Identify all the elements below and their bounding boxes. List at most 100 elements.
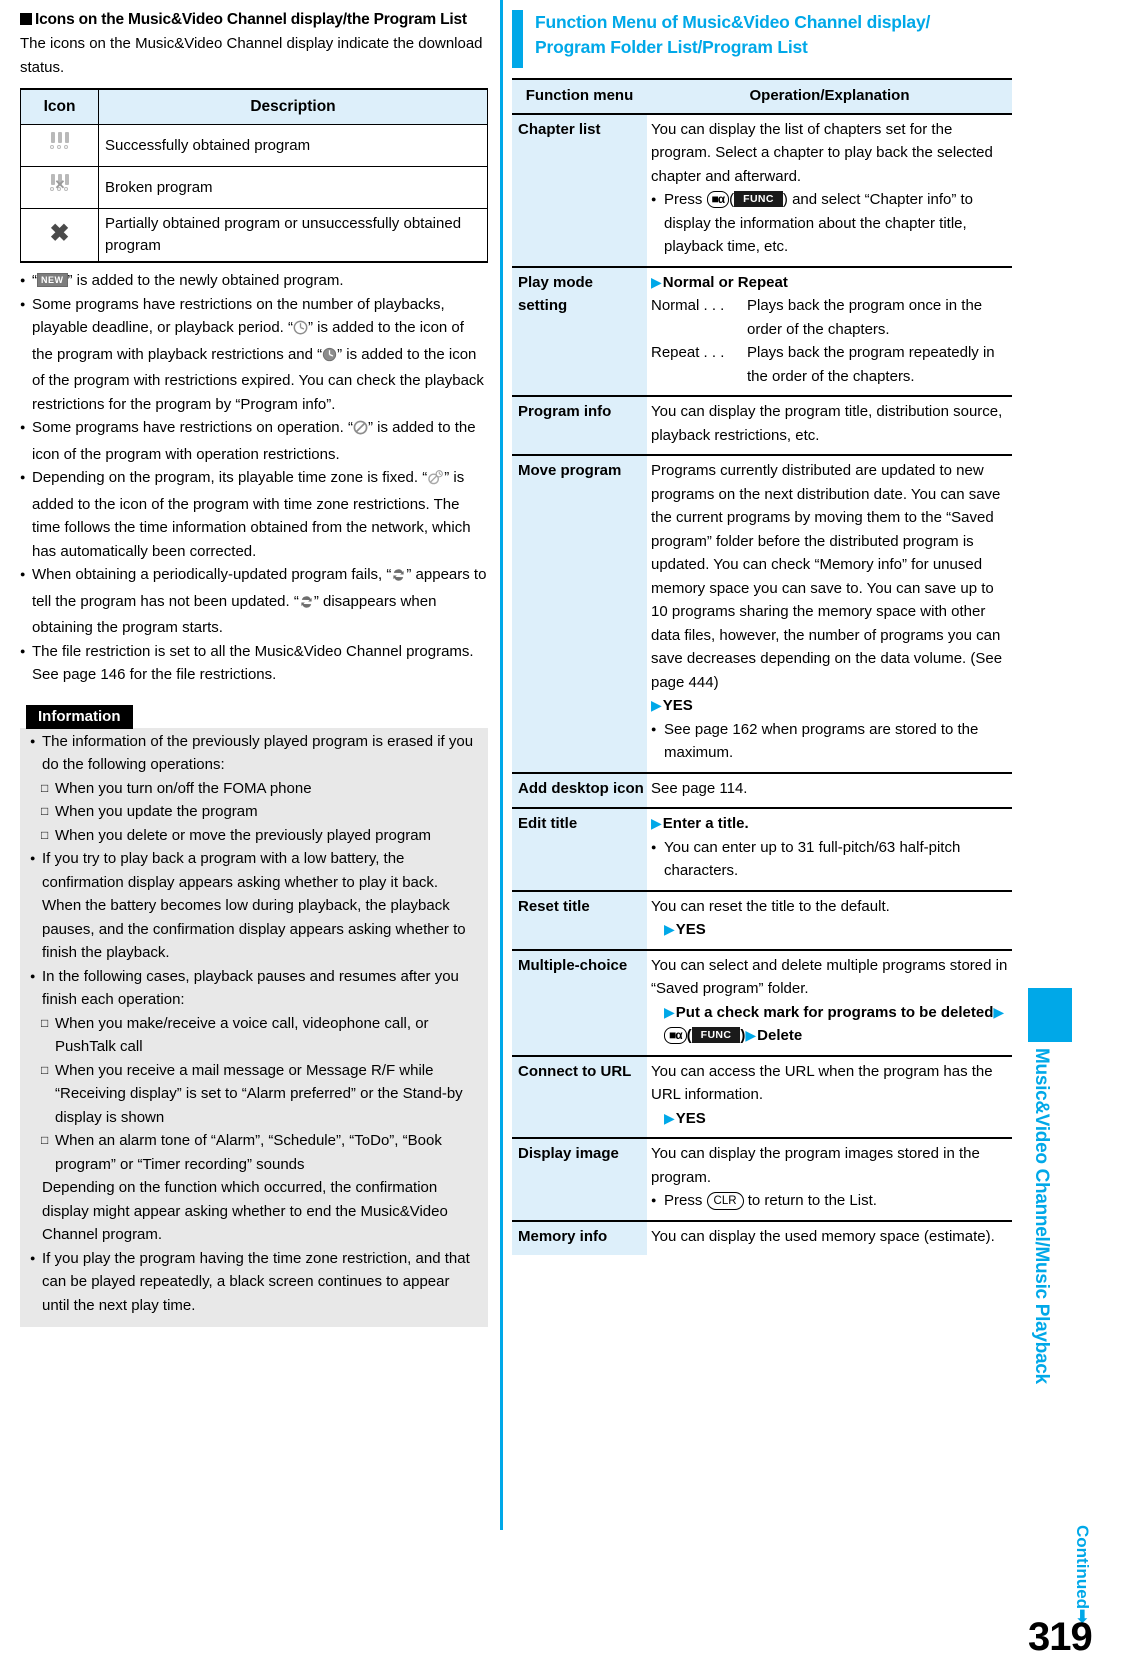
step-arrow-icon: ▶ [993, 1003, 1005, 1020]
column-divider [500, 0, 503, 1530]
cell-operation: ▶Normal or Repeat Normal . . . Plays bac… [647, 266, 1012, 397]
note-post: to return to the List. [747, 1192, 877, 1209]
column-header-icon: Icon [20, 89, 99, 125]
step-arrow-icon: ▶ [664, 1109, 675, 1126]
program-dots-broken-icon: ✕ [49, 173, 70, 195]
definition-term: Normal . . . [651, 297, 725, 314]
table-row: Successfully obtained program [20, 124, 488, 167]
list-item: If you try to play back a program with a… [30, 847, 478, 965]
cell-operation: You can display the list of chapters set… [647, 113, 1012, 268]
step-label: Normal or Repeat [662, 273, 788, 291]
ban-icon [353, 419, 368, 443]
information-list: The information of the previously played… [30, 730, 478, 1318]
sub-list-item: When an alarm tone of “Alarm”, “Schedule… [41, 1129, 478, 1176]
list-item: The information of the previously played… [30, 730, 478, 848]
cell-step: ▶YES [651, 918, 1008, 942]
table-row: Reset title You can reset the title to t… [512, 890, 1012, 951]
timezone-restriction-icon [427, 469, 444, 493]
sub-list: When you turn on/off the FOMA phone When… [41, 777, 478, 848]
cell-step: ▶Normal or Repeat [651, 271, 1008, 295]
list-item: When obtaining a periodically-updated pr… [20, 563, 488, 640]
cell-step: ▶YES [651, 694, 1008, 718]
imode-key-icon: ■α [706, 191, 730, 208]
step-label: YES [675, 921, 706, 938]
func-key-icon: FUNC [734, 191, 783, 207]
cell-function-menu: Edit title [512, 808, 647, 892]
cell-note: Press CLR to return to the List. [651, 1189, 1008, 1213]
cell-operation: You can select and delete multiple progr… [647, 949, 1012, 1057]
clr-key-icon: CLR [706, 1192, 744, 1210]
table-row: Display image You can display the progra… [512, 1138, 1012, 1222]
program-dots-icon [49, 131, 70, 153]
side-tab-accent-block [1028, 988, 1072, 1042]
note-pre: Press [664, 1192, 703, 1209]
cell-paragraph: You can display the used memory space (e… [651, 1227, 995, 1245]
right-column: Function Menu of Music&Video Channel dis… [512, 10, 1012, 1255]
heading-line-1: Function Menu of Music&Video Channel dis… [535, 12, 931, 32]
cell-note: See page 162 when programs are stored to… [651, 718, 1008, 765]
table-row: Program info You can display the program… [512, 396, 1012, 456]
cell-operation: You can access the URL when the program … [647, 1055, 1012, 1139]
refresh-icon [391, 566, 406, 590]
information-body: The information of the previously played… [20, 727, 488, 1327]
icon-legend-table: Icon Description Successfully obtained p… [20, 88, 488, 263]
step-arrow-icon: ▶ [651, 815, 662, 831]
cell-function-menu: Display image [512, 1138, 647, 1222]
cell-function-menu-text: Multiple-choice [518, 956, 628, 974]
table-row: Add desktop icon See page 114. [512, 772, 1012, 809]
function-menu-table: Function menu Operation/Explanation Chap… [512, 78, 1012, 1255]
table-row: Play mode setting ▶Normal or Repeat Norm… [512, 266, 1012, 397]
cell-description: Partially obtained program or unsuccessf… [98, 208, 488, 263]
table-row: Connect to URL You can access the URL wh… [512, 1055, 1012, 1139]
cell-operation: You can display the program title, distr… [647, 396, 1012, 456]
table-row: ✖ Partially obtained program or unsucces… [20, 208, 488, 263]
table-row: Memory info You can display the used mem… [512, 1220, 1012, 1256]
table-head: Function menu Operation/Explanation [512, 79, 1012, 115]
imode-key-icon: ■α [664, 1027, 687, 1044]
cell-function-menu: Chapter list [512, 113, 647, 268]
sub-list-item: When you turn on/off the FOMA phone [41, 777, 478, 801]
cell-operation: See page 114. [647, 772, 1012, 809]
continued-label: Continued➡ [1073, 1525, 1092, 1624]
column-header-description: Description [98, 89, 488, 125]
cell-description: Broken program [98, 166, 488, 209]
cell-function-menu: Program info [512, 396, 647, 456]
list-item: Depending on the program, its playable t… [20, 466, 488, 563]
table-header-row: Icon Description [20, 89, 488, 125]
column-header-operation: Operation/Explanation [647, 79, 1012, 115]
heading-accent-bar [512, 10, 523, 68]
right-heading: Function Menu of Music&Video Channel dis… [512, 10, 1012, 68]
cell-description: Successfully obtained program [98, 124, 488, 167]
refresh-icon [299, 593, 314, 617]
cell-step: ▶Put a check mark for programs to be del… [651, 1001, 1008, 1048]
cell-paragraph: You can display the list of chapters set… [651, 120, 993, 185]
list-item-tail: Depending on the function which occurred… [42, 1179, 448, 1243]
cell-icon: ✕ [20, 166, 99, 209]
sub-list: When you make/receive a voice call, vide… [41, 1012, 478, 1177]
information-box: Information The information of the previ… [20, 704, 488, 1327]
definition-desc: Plays back the program once in the order… [747, 297, 983, 338]
func-key-icon: FUNC [691, 1027, 741, 1043]
list-item-text: The information of the previously played… [42, 732, 474, 774]
sub-list-item: When you make/receive a voice call, vide… [41, 1012, 478, 1059]
clock-filled-icon [322, 346, 337, 370]
cell-operation: You can display the program images store… [647, 1138, 1012, 1222]
intro-paragraph: The icons on the Music&Video Channel dis… [20, 35, 483, 76]
left-column: Icons on the Music&Video Channel display… [20, 10, 488, 1327]
information-tag: Information [26, 704, 133, 729]
cell-operation: You can display the used memory space (e… [647, 1221, 1012, 1256]
cell-note: You can enter up to 31 full-pitch/63 hal… [651, 836, 1008, 883]
cell-paragraph: You can display the program title, distr… [651, 403, 1003, 444]
cell-paragraph: You can access the URL when the program … [651, 1062, 993, 1104]
step-arrow-icon: ▶ [651, 697, 662, 713]
cell-step: ▶YES [651, 1107, 1008, 1131]
definition-row: Normal . . . Plays back the program once… [651, 294, 1008, 341]
definition-term: Repeat . . . [651, 344, 725, 361]
step-label: Delete [757, 1027, 803, 1044]
step-arrow-icon: ▶ [745, 1027, 757, 1043]
cell-step: ▶Enter a title. [651, 812, 1008, 836]
cell-function-menu: Play mode setting [512, 266, 647, 397]
list-item: Some programs have restrictions on the n… [20, 293, 488, 417]
step-label: Enter a title. [662, 815, 749, 832]
big-x-icon: ✖ [49, 219, 70, 247]
